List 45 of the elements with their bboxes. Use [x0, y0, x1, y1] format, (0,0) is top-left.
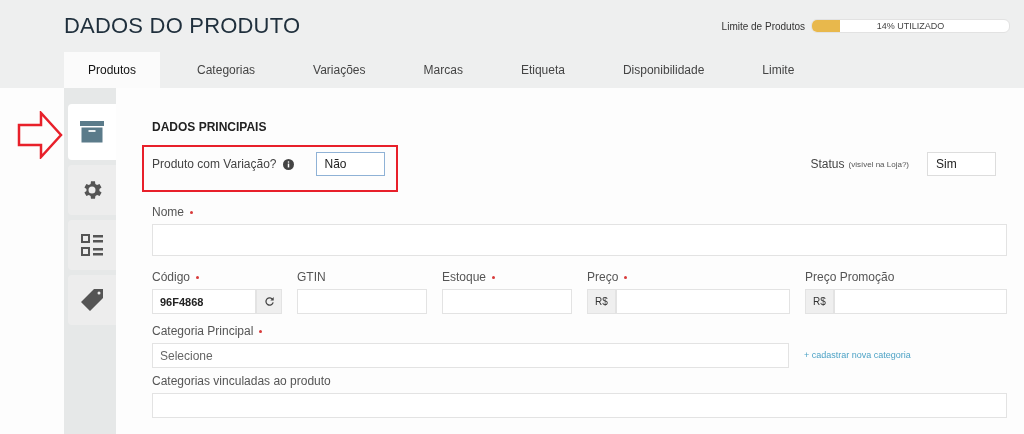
field-label: Categorias vinculadas ao produto — [152, 374, 331, 388]
field-label: Nome — [152, 205, 184, 219]
field-label: Status — [810, 157, 845, 171]
side-tab[interactable] — [68, 275, 116, 325]
refresh-button[interactable] — [256, 289, 282, 314]
tag-icon — [80, 288, 104, 312]
list-icon — [80, 233, 104, 257]
category-select[interactable]: Selecione — [152, 343, 789, 368]
field-note: (visível na Loja?) — [848, 159, 909, 169]
linked-categories-field[interactable] — [152, 393, 1007, 418]
field-label: GTIN — [297, 270, 326, 284]
info-icon[interactable] — [282, 158, 294, 170]
text-field[interactable] — [442, 289, 572, 314]
tab[interactable]: Disponibilidade — [595, 52, 726, 88]
side-tab[interactable] — [68, 220, 116, 270]
name-field[interactable] — [152, 224, 1007, 256]
refresh-icon — [263, 296, 275, 307]
box-icon — [80, 120, 104, 144]
field-label: Código — [152, 270, 191, 284]
code-field[interactable]: 96F4868 — [152, 289, 256, 314]
price-field[interactable] — [615, 289, 790, 314]
side-tab[interactable] — [68, 104, 116, 160]
tab[interactable]: Etiqueta — [493, 52, 586, 88]
price-field[interactable] — [833, 289, 1007, 314]
usage-reading: 14% UTILIZADO — [875, 20, 946, 32]
field-label: Categoria Principal — [152, 324, 254, 338]
tab[interactable]: Produtos — [64, 52, 161, 88]
page-title: DADOS DO PRODUTO — [64, 13, 301, 39]
currency-prefix: R$ — [805, 289, 834, 314]
side-tab[interactable] — [68, 165, 116, 215]
status-select[interactable]: Sim — [927, 152, 996, 176]
section-title: DADOS PRINCIPAIS — [152, 120, 268, 134]
limit-label: Limite de Produtos — [721, 20, 805, 32]
tab[interactable]: Categorias — [170, 52, 277, 88]
field-label: Preço Promoção — [805, 270, 895, 284]
tab[interactable]: Limite — [735, 52, 816, 88]
arrow-icon — [17, 111, 63, 159]
currency-prefix: R$ — [587, 289, 616, 314]
field-label: Estoque — [442, 270, 487, 284]
text-field[interactable] — [297, 289, 427, 314]
tab[interactable]: Variações — [286, 52, 387, 88]
field-label: Preço — [587, 270, 619, 284]
tab[interactable]: Marcas — [396, 52, 484, 88]
variation-select[interactable]: Não — [315, 152, 385, 176]
field-label: Produto com Variação? — [152, 157, 277, 171]
